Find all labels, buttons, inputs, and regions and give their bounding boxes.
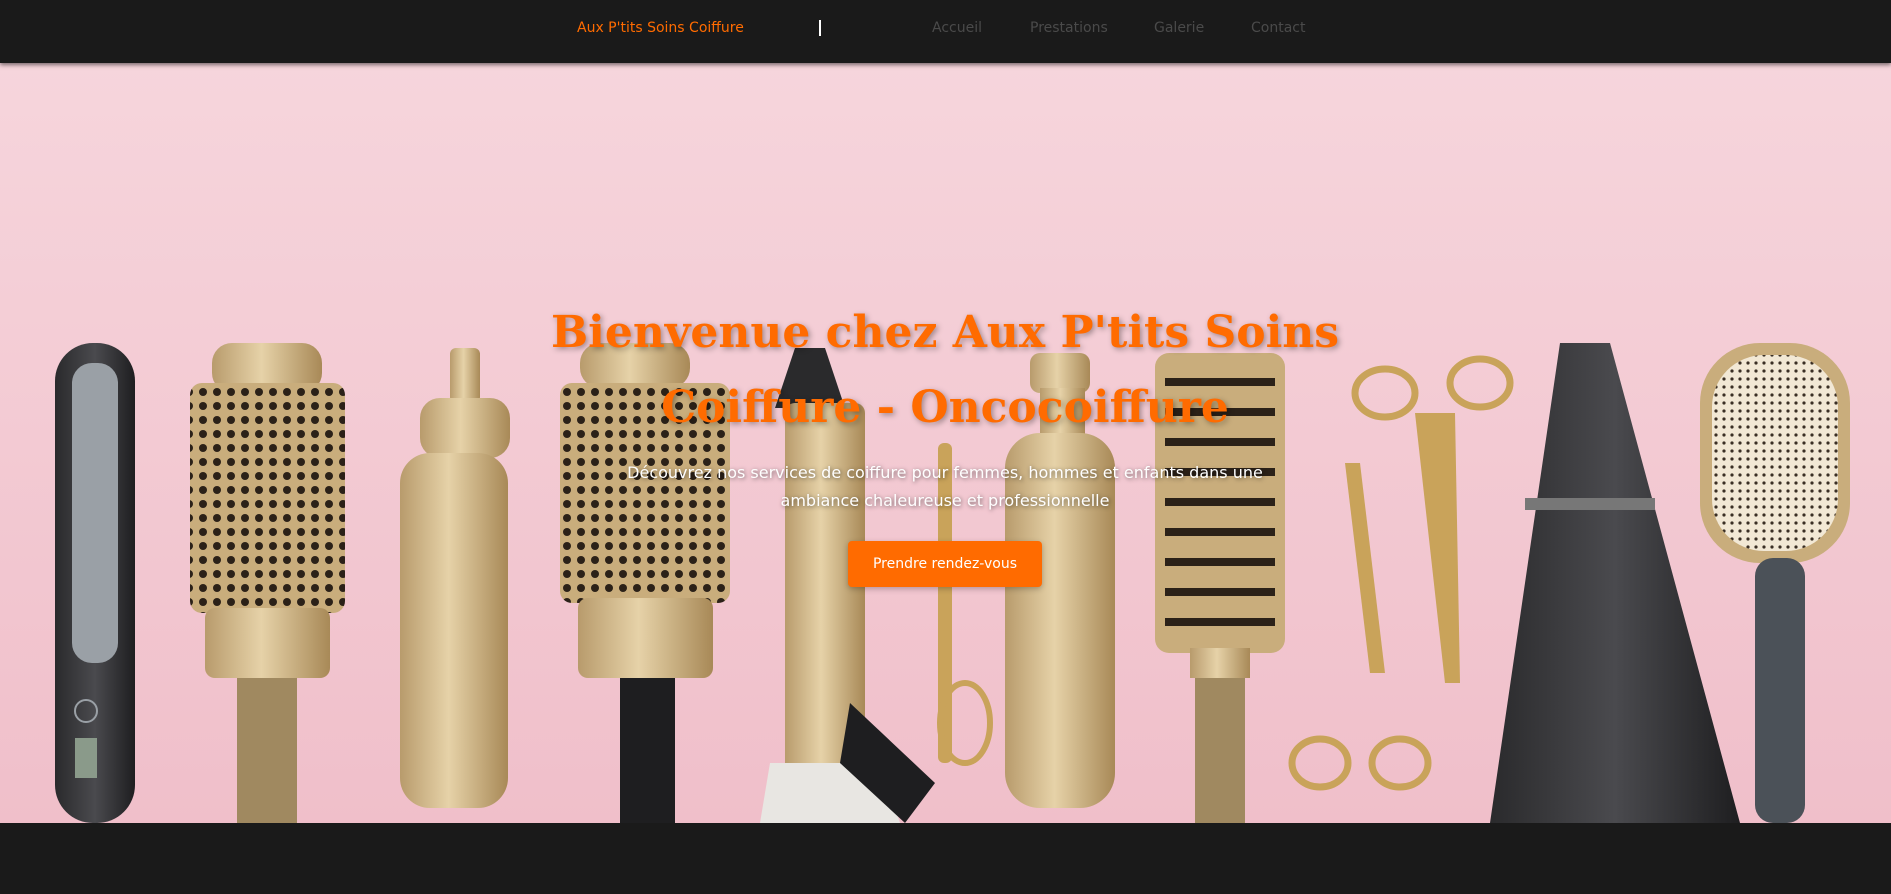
footer-strip bbox=[0, 823, 1891, 894]
hero-title-line-1: Bienvenue chez Aux P'tits Soins bbox=[550, 307, 1340, 358]
hero-title-line-2: Coiffure - Oncocoiffure bbox=[661, 382, 1229, 433]
nav-link-galerie[interactable]: Galerie bbox=[1154, 20, 1204, 36]
book-appointment-button[interactable]: Prendre rendez-vous bbox=[847, 541, 1042, 587]
hero-section: Bienvenue chez Aux P'tits Soins Coiffure… bbox=[0, 63, 1891, 823]
hero-subtitle: Découvrez nos services de coiffure pour … bbox=[627, 463, 1263, 510]
hero-content: Bienvenue chez Aux P'tits Soins Coiffure… bbox=[545, 295, 1345, 587]
nav-link-contact[interactable]: Contact bbox=[1251, 20, 1305, 36]
top-navbar: Aux P'tits Soins Coiffure Accueil Presta… bbox=[0, 0, 1891, 63]
hero-title: Bienvenue chez Aux P'tits Soins Coiffure… bbox=[545, 295, 1345, 445]
brand-link[interactable]: Aux P'tits Soins Coiffure bbox=[577, 20, 744, 36]
text-cursor bbox=[819, 20, 821, 36]
nav-link-prestations[interactable]: Prestations bbox=[1030, 20, 1108, 36]
nav-link-accueil[interactable]: Accueil bbox=[932, 20, 982, 36]
